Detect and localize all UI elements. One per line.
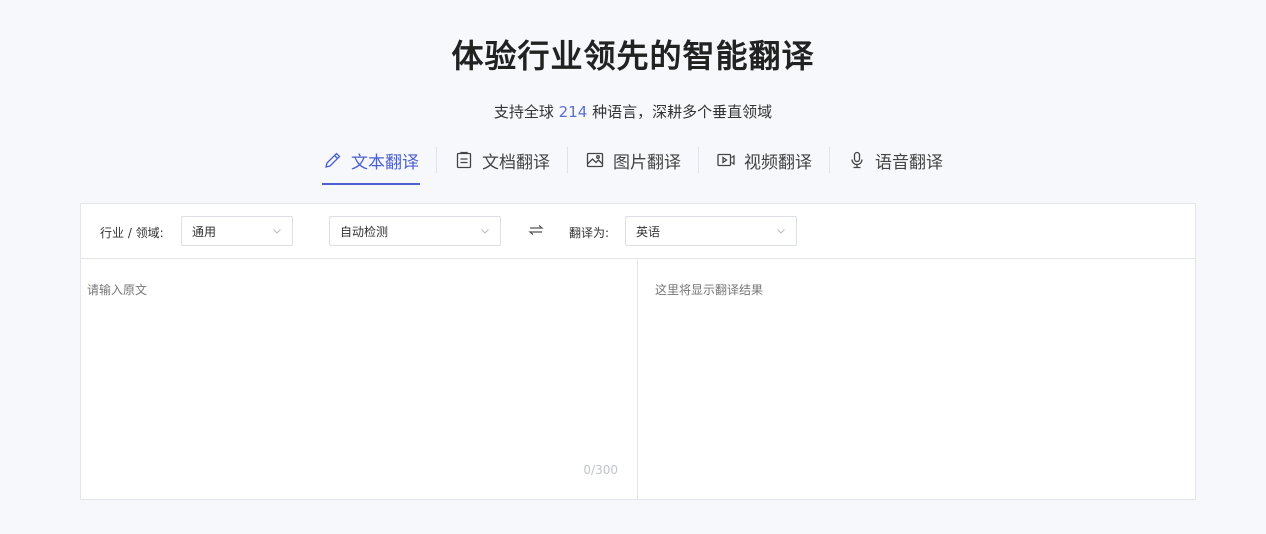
- source-pane: 0/300: [81, 259, 638, 499]
- source-language-select[interactable]: 自动检测: [329, 216, 501, 246]
- subtitle-prefix: 支持全球: [493, 103, 559, 121]
- source-text-input[interactable]: [81, 259, 637, 499]
- target-label: 翻译为:: [569, 226, 610, 240]
- tab-label: 图片翻译: [613, 152, 681, 173]
- target-language-value: 英语: [636, 224, 661, 239]
- language-count: 214: [558, 103, 588, 121]
- char-counter: 0/300: [583, 463, 618, 477]
- tab-document-translation[interactable]: 文档翻译: [453, 141, 551, 179]
- subtitle-suffix: 种语言，深耕多个垂直领域: [587, 103, 773, 121]
- tab-label: 文本翻译: [351, 152, 419, 173]
- chevron-down-icon: [776, 226, 786, 236]
- tab-voice-translation[interactable]: 语音翻译: [846, 141, 944, 179]
- video-icon: [716, 150, 736, 170]
- page-title: 体验行业领先的智能翻译: [451, 37, 815, 75]
- result-pane: 这里将显示翻译结果: [638, 259, 1195, 499]
- tab-divider: [567, 147, 568, 173]
- page-subtitle: 支持全球 214 种语言，深耕多个垂直领域: [0, 101, 1266, 123]
- translation-type-tabs: 文本翻译 文档翻译 图片翻译 视频翻译 语音翻译: [0, 141, 1266, 185]
- tab-divider: [829, 147, 830, 173]
- chevron-down-icon: [272, 226, 282, 236]
- tab-label: 文档翻译: [482, 152, 550, 173]
- tab-video-translation[interactable]: 视频翻译: [715, 141, 813, 179]
- swap-arrows-icon[interactable]: [528, 222, 544, 238]
- translation-body: 0/300 这里将显示翻译结果: [81, 259, 1195, 499]
- pencil-icon: [323, 150, 343, 170]
- domain-label: 行业 / 领域:: [100, 226, 164, 240]
- source-language-value: 自动检测: [340, 224, 389, 239]
- tab-label: 语音翻译: [875, 152, 943, 173]
- chevron-down-icon: [480, 226, 490, 236]
- translation-panel: 行业 / 领域: 通用 自动检测 翻译为: 英语 0/300 这里将显示翻译结果: [80, 203, 1196, 500]
- tab-divider: [436, 147, 437, 173]
- translation-toolbar: 行业 / 领域: 通用 自动检测 翻译为: 英语: [81, 204, 1195, 259]
- tab-image-translation[interactable]: 图片翻译: [584, 141, 682, 179]
- image-icon: [585, 150, 605, 170]
- result-placeholder: 这里将显示翻译结果: [655, 283, 764, 297]
- tab-divider: [698, 147, 699, 173]
- tab-text-translation[interactable]: 文本翻译: [322, 141, 420, 185]
- target-language-select[interactable]: 英语: [625, 216, 797, 246]
- domain-select[interactable]: 通用: [181, 216, 293, 246]
- domain-select-value: 通用: [192, 224, 217, 239]
- microphone-icon: [847, 150, 867, 170]
- tab-label: 视频翻译: [744, 152, 812, 173]
- document-icon: [454, 150, 474, 170]
